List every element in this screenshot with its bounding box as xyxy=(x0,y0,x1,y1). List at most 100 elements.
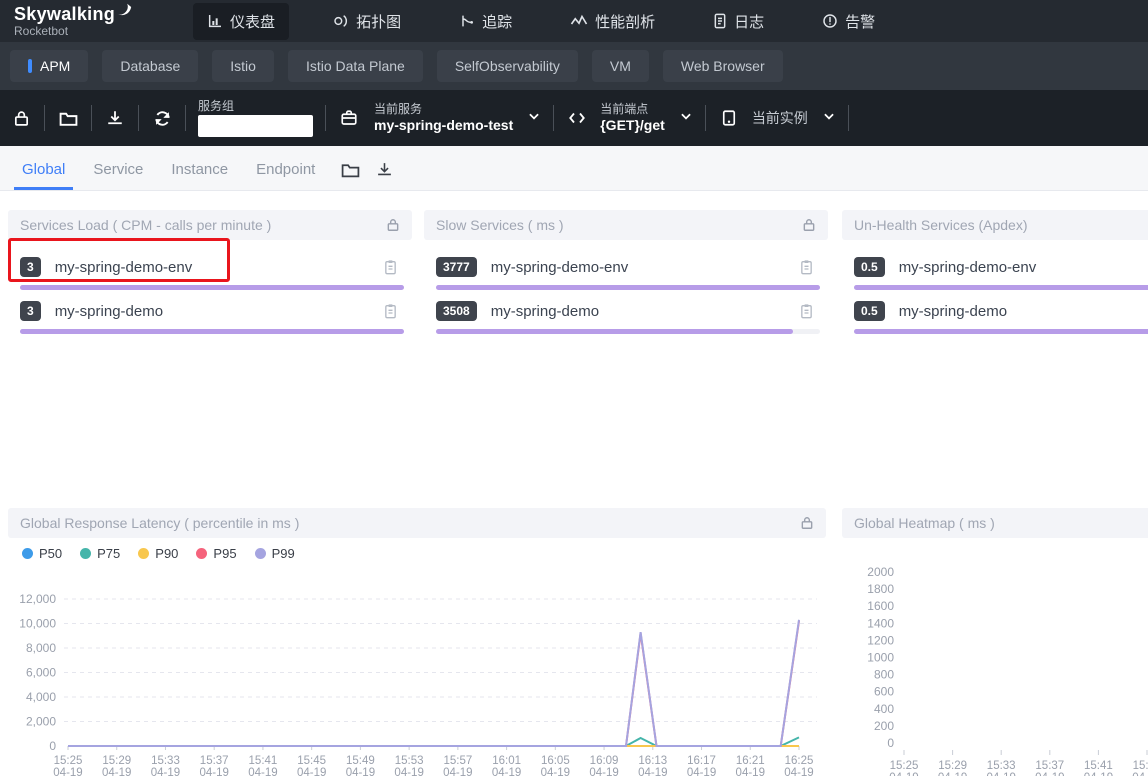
chevron-down-icon xyxy=(679,109,693,128)
lock-icon[interactable] xyxy=(10,107,32,129)
nav-item-label: 告警 xyxy=(845,11,875,32)
scope-tab-label: Instance xyxy=(171,161,228,178)
svg-text:15:53: 15:53 xyxy=(395,755,424,767)
layer-tab-istio-data-plane[interactable]: Istio Data Plane xyxy=(288,50,423,82)
folder-icon[interactable] xyxy=(57,107,79,129)
metric-bar xyxy=(20,329,404,334)
services-load-card: Services Load ( CPM - calls per minute )… xyxy=(8,210,412,330)
service-list-item[interactable]: 3 my-spring-demo xyxy=(20,298,412,334)
clipboard-icon[interactable] xyxy=(799,259,814,275)
svg-text:400: 400 xyxy=(874,702,894,716)
heatmap-card: Global Heatmap ( ms ) 200018001600140012… xyxy=(842,508,1148,776)
current-endpoint-select[interactable]: 当前端点 {GET}/get xyxy=(600,102,693,134)
current-instance-select[interactable]: 当前实例 xyxy=(752,109,836,128)
metric-value-badge: 3508 xyxy=(436,301,477,321)
toolbar-divider xyxy=(91,105,92,131)
service-list-item[interactable]: 3 my-spring-demo-env xyxy=(20,254,412,290)
dashboard-content: Services Load ( CPM - calls per minute )… xyxy=(0,191,1148,776)
top-menu: 仪表盘 拓扑图 追踪 性能剖析 日志 告警 xyxy=(193,3,889,40)
svg-text:12,000: 12,000 xyxy=(19,592,56,606)
metric-bar xyxy=(854,329,1148,334)
layer-tab-apm[interactable]: APM xyxy=(10,50,88,82)
service-list: 0.5 my-spring-demo-env 0.5 my-spring-dem… xyxy=(842,240,1148,334)
scope-tab-global[interactable]: Global xyxy=(8,150,79,190)
svg-text:1800: 1800 xyxy=(867,582,894,596)
svg-text:4,000: 4,000 xyxy=(26,690,56,704)
service-list-item[interactable]: 0.5 my-spring-demo-env xyxy=(854,254,1148,290)
clipboard-icon[interactable] xyxy=(383,303,398,319)
svg-text:04-19: 04-19 xyxy=(151,767,180,776)
layer-tab-label: Web Browser xyxy=(681,58,765,74)
active-tab-indicator xyxy=(28,59,32,73)
svg-text:0: 0 xyxy=(887,736,894,750)
layer-tab-label: APM xyxy=(40,58,70,74)
svg-text:04-19: 04-19 xyxy=(589,767,618,776)
svg-text:04-19: 04-19 xyxy=(1035,772,1064,776)
folder-icon[interactable] xyxy=(341,162,360,178)
service-name: my-spring-demo xyxy=(55,303,383,320)
layer-tab-selfobservability[interactable]: SelfObservability xyxy=(437,50,578,82)
moon-icon xyxy=(117,3,133,23)
metric-value-badge: 3 xyxy=(20,301,41,321)
svg-text:16:25: 16:25 xyxy=(785,755,814,767)
endpoint-icon xyxy=(566,107,588,129)
service-list-item[interactable]: 3777 my-spring-demo-env xyxy=(436,254,828,290)
svg-text:04-19: 04-19 xyxy=(53,767,82,776)
svg-text:16:05: 16:05 xyxy=(541,755,570,767)
svg-text:15:29: 15:29 xyxy=(938,760,967,772)
skywalking-logo[interactable]: Skywalking Rocketbot xyxy=(14,5,133,37)
svg-text:15:49: 15:49 xyxy=(346,755,375,767)
nav-item-profile[interactable]: 性能剖析 xyxy=(556,3,669,40)
metric-value-badge: 3 xyxy=(20,257,41,277)
chevron-down-icon xyxy=(822,109,836,128)
scope-tab-instance[interactable]: Instance xyxy=(157,150,242,190)
nav-item-alarm[interactable]: 告警 xyxy=(808,3,889,40)
current-service-select[interactable]: 当前服务 my-spring-demo-test xyxy=(374,102,541,134)
svg-text:04-19: 04-19 xyxy=(889,772,918,776)
svg-text:15:37: 15:37 xyxy=(1035,760,1064,772)
nav-item-log[interactable]: 日志 xyxy=(699,3,778,40)
metric-bar-track xyxy=(436,329,820,334)
alarm-icon xyxy=(822,13,838,29)
svg-text:15:33: 15:33 xyxy=(151,755,180,767)
service-name: my-spring-demo xyxy=(491,303,799,320)
layer-tab-database[interactable]: Database xyxy=(102,50,198,82)
svg-text:600: 600 xyxy=(874,685,894,699)
scope-tab-endpoint[interactable]: Endpoint xyxy=(242,150,329,190)
scope-tabbar: Global Service Instance Endpoint xyxy=(0,146,1148,191)
nav-item-dashboard[interactable]: 仪表盘 xyxy=(193,3,289,40)
svg-text:04-19: 04-19 xyxy=(638,767,667,776)
service-group-input[interactable] xyxy=(198,115,313,137)
svg-text:15:37: 15:37 xyxy=(200,755,229,767)
layer-tab-istio[interactable]: Istio xyxy=(212,50,274,82)
metric-value-badge: 0.5 xyxy=(854,257,885,277)
clipboard-icon[interactable] xyxy=(799,303,814,319)
toolbar-divider xyxy=(325,105,326,131)
layer-tab-label: Database xyxy=(120,58,180,74)
lock-icon[interactable] xyxy=(386,218,400,232)
svg-text:04-19: 04-19 xyxy=(736,767,765,776)
scope-tab-service[interactable]: Service xyxy=(79,150,157,190)
service-list-item[interactable]: 3508 my-spring-demo xyxy=(436,298,828,334)
layer-tab-web-browser[interactable]: Web Browser xyxy=(663,50,783,82)
heatmap-canvas: 200018001600140012001000800600400200015:… xyxy=(842,508,1148,776)
service-group-label: 服务组 xyxy=(198,99,313,113)
download-icon[interactable] xyxy=(376,161,393,178)
download-icon[interactable] xyxy=(104,107,126,129)
card-title: Slow Services ( ms ) xyxy=(436,217,564,233)
lock-icon[interactable] xyxy=(802,218,816,232)
nav-item-trace[interactable]: 追踪 xyxy=(445,3,526,40)
layer-tab-label: VM xyxy=(610,58,631,74)
svg-text:15:41: 15:41 xyxy=(249,755,278,767)
svg-text:2000: 2000 xyxy=(867,565,894,579)
metric-bar-track xyxy=(854,329,1148,334)
refresh-icon[interactable] xyxy=(151,107,173,129)
service-name: my-spring-demo-env xyxy=(491,259,799,276)
svg-text:04-19: 04-19 xyxy=(1084,772,1113,776)
nav-item-topology[interactable]: 拓扑图 xyxy=(319,3,415,40)
instance-icon xyxy=(718,107,740,129)
service-list-item[interactable]: 0.5 my-spring-demo xyxy=(854,298,1148,334)
metric-value-badge: 3777 xyxy=(436,257,477,277)
layer-tab-vm[interactable]: VM xyxy=(592,50,649,82)
clipboard-icon[interactable] xyxy=(383,259,398,275)
